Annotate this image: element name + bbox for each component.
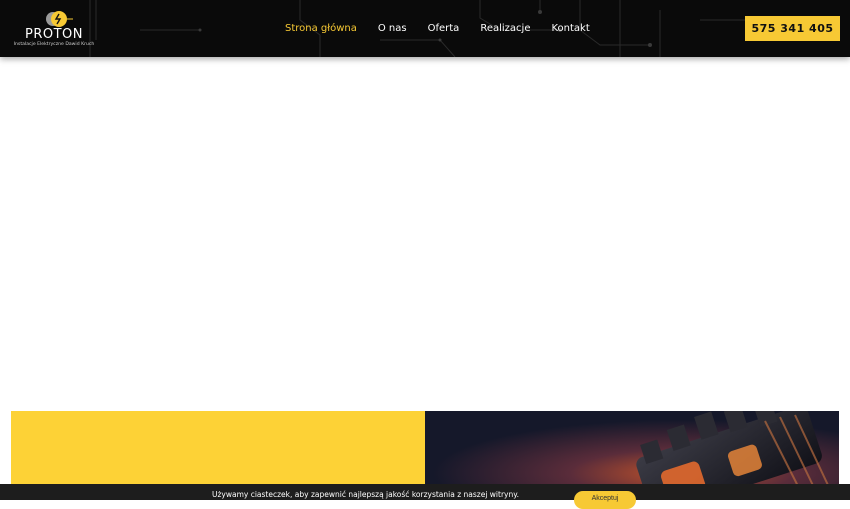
nav-item-contact[interactable]: Kontakt	[551, 23, 589, 34]
nav-item-about[interactable]: O nas	[378, 23, 407, 34]
cookie-banner: Używamy ciasteczek, aby zapewnić najleps…	[0, 484, 850, 509]
nav-item-projects[interactable]: Realizacje	[480, 23, 530, 34]
site-header: PROTON Instalacje Elektryczne Dawid Kruc…	[0, 0, 850, 57]
cookie-text: Używamy ciasteczek, aby zapewnić najleps…	[212, 490, 519, 499]
nav-item-home[interactable]: Strona główna	[285, 23, 357, 34]
phone-button[interactable]: 575 341 405	[745, 16, 840, 41]
cookie-accept-button[interactable]: Akceptuj	[574, 491, 636, 509]
nav-item-offer[interactable]: Oferta	[428, 23, 460, 34]
brand-tagline: Instalacje Elektryczne Dawid Kruch	[13, 42, 95, 47]
logo[interactable]: PROTON Instalacje Elektryczne Dawid Kruc…	[8, 8, 100, 50]
main-nav: Strona główna O nas Oferta Realizacje Ko…	[285, 0, 611, 57]
brand-name: PROTON	[24, 27, 83, 42]
logo-bulb-icon	[46, 11, 73, 27]
